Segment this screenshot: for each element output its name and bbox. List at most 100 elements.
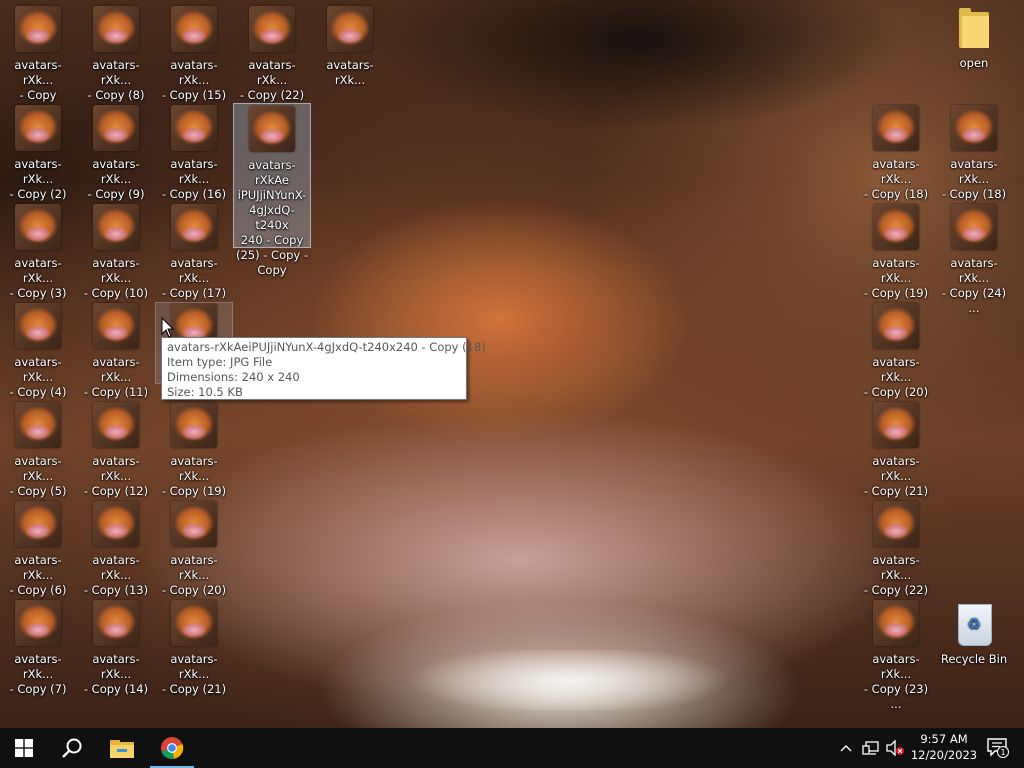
icon-label: avatars-rXk...	[872, 553, 920, 582]
icon-label: - Copy (5)	[9, 484, 67, 498]
desktop-icon-image[interactable]: avatars-rXk... - Copy (13)	[78, 501, 154, 598]
icon-label: avatars-rXk...	[92, 454, 140, 483]
icon-label: - Copy (9)	[87, 187, 145, 201]
desktop-icon-image[interactable]: avatars-rXk... - Copy (14)	[78, 600, 154, 697]
icon-label: - Copy (11)	[83, 385, 149, 399]
image-thumbnail-icon	[249, 6, 295, 52]
image-thumbnail-icon	[171, 501, 217, 547]
icon-label: - Copy (7)	[9, 682, 67, 696]
network-button[interactable]	[860, 728, 882, 768]
image-thumbnail-icon	[93, 6, 139, 52]
desktop-icon-image[interactable]: avatars-rXk... - Copy (3)	[0, 204, 76, 301]
desktop-icon-image[interactable]: avatars-rXk...	[312, 6, 388, 88]
image-thumbnail-icon	[171, 600, 217, 646]
tooltip-item-type: Item type: JPG File	[167, 355, 273, 369]
icon-label: avatars-rXkAe	[248, 158, 296, 187]
image-thumbnail-icon	[93, 303, 139, 349]
icon-label: avatars-rXk...	[92, 157, 140, 186]
icon-label: avatars-rXk...	[872, 355, 920, 384]
icon-label: - Copy (2)	[9, 187, 67, 201]
image-thumbnail-icon	[873, 501, 919, 547]
desktop-icon-image[interactable]: avatars-rXk... - Copy (22)	[234, 6, 310, 103]
icon-label: avatars-rXk...	[14, 256, 62, 285]
taskbar-chrome[interactable]	[148, 728, 196, 768]
image-thumbnail-icon	[15, 6, 61, 52]
icon-label: - Copy (8)	[87, 88, 145, 102]
search-button[interactable]	[48, 728, 96, 768]
volume-muted-icon	[886, 740, 904, 756]
image-thumbnail-icon	[93, 105, 139, 151]
icon-label: avatars-rXk...	[14, 454, 62, 483]
desktop-icon-image[interactable]: avatars-rXk... - Copy (12)	[78, 402, 154, 499]
icon-label: avatars-rXk...	[92, 355, 140, 384]
desktop-icon-image[interactable]: avatars-rXk... - Copy	[0, 6, 76, 103]
icon-label: avatars-rXk...	[14, 157, 62, 186]
desktop-icon-image[interactable]: avatars-rXk... - Copy (21)	[156, 600, 232, 697]
icon-label: avatars-rXk...	[14, 652, 62, 681]
folder-icon	[959, 8, 989, 48]
icon-label: 4gJxdQ-t240x	[249, 203, 295, 232]
desktop-icon-image[interactable]: avatars-rXk... - Copy (19)	[156, 402, 232, 499]
desktop-icon-image[interactable]: avatars-rXk... - Copy (24) ...	[936, 204, 1012, 316]
icon-label: avatars-rXk...	[92, 652, 140, 681]
icon-label: - Copy	[19, 88, 57, 102]
icon-label: avatars-rXk...	[950, 256, 998, 285]
desktop-icon-image[interactable]: avatars-rXk... - Copy (10)	[78, 204, 154, 301]
desktop-icon-image[interactable]: avatars-rXk... - Copy (11)	[78, 303, 154, 400]
icon-label: (25) - Copy -	[235, 248, 309, 262]
image-thumbnail-icon	[171, 105, 217, 151]
desktop-icon-image[interactable]: avatars-rXk... - Copy (17)	[156, 204, 232, 301]
desktop-icon-image[interactable]: avatars-rXk... - Copy (4)	[0, 303, 76, 400]
icon-label: open	[959, 56, 989, 70]
desktop-icon-image[interactable]: avatars-rXk... - Copy (9)	[78, 105, 154, 202]
icon-label: avatars-rXk...	[872, 256, 920, 285]
chevron-up-icon	[840, 745, 852, 752]
start-button[interactable]	[0, 728, 48, 768]
icon-label: - Copy (23) ...	[863, 682, 929, 711]
taskbar-file-explorer[interactable]	[98, 728, 146, 768]
desktop-icon-image[interactable]: avatars-rXk...- Copy (18) ...	[936, 105, 1012, 217]
desktop-icon-image[interactable]: avatars-rXk... - Copy (8)	[78, 6, 154, 103]
action-center-button[interactable]: 1	[982, 728, 1014, 768]
image-thumbnail-icon	[171, 6, 217, 52]
icon-label: avatars-rXk...	[14, 553, 62, 582]
image-thumbnail-icon	[873, 204, 919, 250]
desktop-icon-image[interactable]: avatars-rXk... - Copy (7)	[0, 600, 76, 697]
desktop-icon-image[interactable]: avatars-rXk... - Copy (20)	[156, 501, 232, 598]
icon-label: - Copy (14)	[83, 682, 149, 696]
taskbar-clock[interactable]: 9:57 AM 12/20/2023	[906, 731, 982, 763]
desktop-recycle-bin[interactable]: ♻ Recycle Bin	[936, 600, 1012, 667]
icon-label: - Copy (24) ...	[941, 286, 1007, 315]
desktop-icon-image[interactable]: avatars-rXk...- Copy (22) ...	[858, 501, 934, 613]
desktop-icon-image[interactable]: avatars-rXk... - Copy (23) ...	[858, 600, 934, 712]
image-thumbnail-icon	[873, 402, 919, 448]
icon-label: - Copy (21)	[161, 682, 227, 696]
desktop-icon-image-selected[interactable]: avatars-rXkAe iPUJjiNYunX- 4gJxdQ-t240x …	[233, 103, 311, 277]
image-thumbnail-icon	[15, 105, 61, 151]
show-hidden-icons-button[interactable]	[836, 728, 856, 768]
desktop-icon-image[interactable]: avatars-rXk...- Copy (19) ...	[858, 204, 934, 316]
icon-label: - Copy (22)	[239, 88, 305, 102]
icon-label: avatars-rXk...	[872, 454, 920, 483]
wallpaper-highlight	[410, 650, 730, 710]
desktop-icon-image[interactable]: avatars-rXk...- Copy (21) ...	[858, 402, 934, 514]
desktop-icon-image[interactable]: avatars-rXk... - Copy (15)	[156, 6, 232, 103]
image-thumbnail-icon	[873, 105, 919, 151]
icon-label: avatars-rXk...	[248, 58, 296, 87]
desktop-icon-image[interactable]: avatars-rXk... - Copy (2)	[0, 105, 76, 202]
image-thumbnail-icon	[15, 204, 61, 250]
image-thumbnail-icon	[93, 204, 139, 250]
wallpaper-shadow	[380, 0, 900, 150]
volume-button[interactable]	[884, 728, 906, 768]
desktop-icon-image[interactable]: avatars-rXk... - Copy (16)	[156, 105, 232, 202]
desktop-icon-image[interactable]: avatars-rXk...- Copy (20) ...	[858, 303, 934, 415]
desktop-icon-image[interactable]: avatars-rXk... - Copy (5)	[0, 402, 76, 499]
image-thumbnail-icon	[951, 105, 997, 151]
desktop-icon-image[interactable]: avatars-rXk... - Copy (6)	[0, 501, 76, 598]
image-thumbnail-icon	[171, 204, 217, 250]
image-thumbnail-icon	[93, 402, 139, 448]
notification-count: 1	[1000, 748, 1005, 757]
icon-label: - Copy (10)	[83, 286, 149, 300]
desktop-folder-open[interactable]: open	[936, 6, 1012, 71]
desktop-icon-image[interactable]: avatars-rXk...- Copy (18) ...	[858, 105, 934, 217]
